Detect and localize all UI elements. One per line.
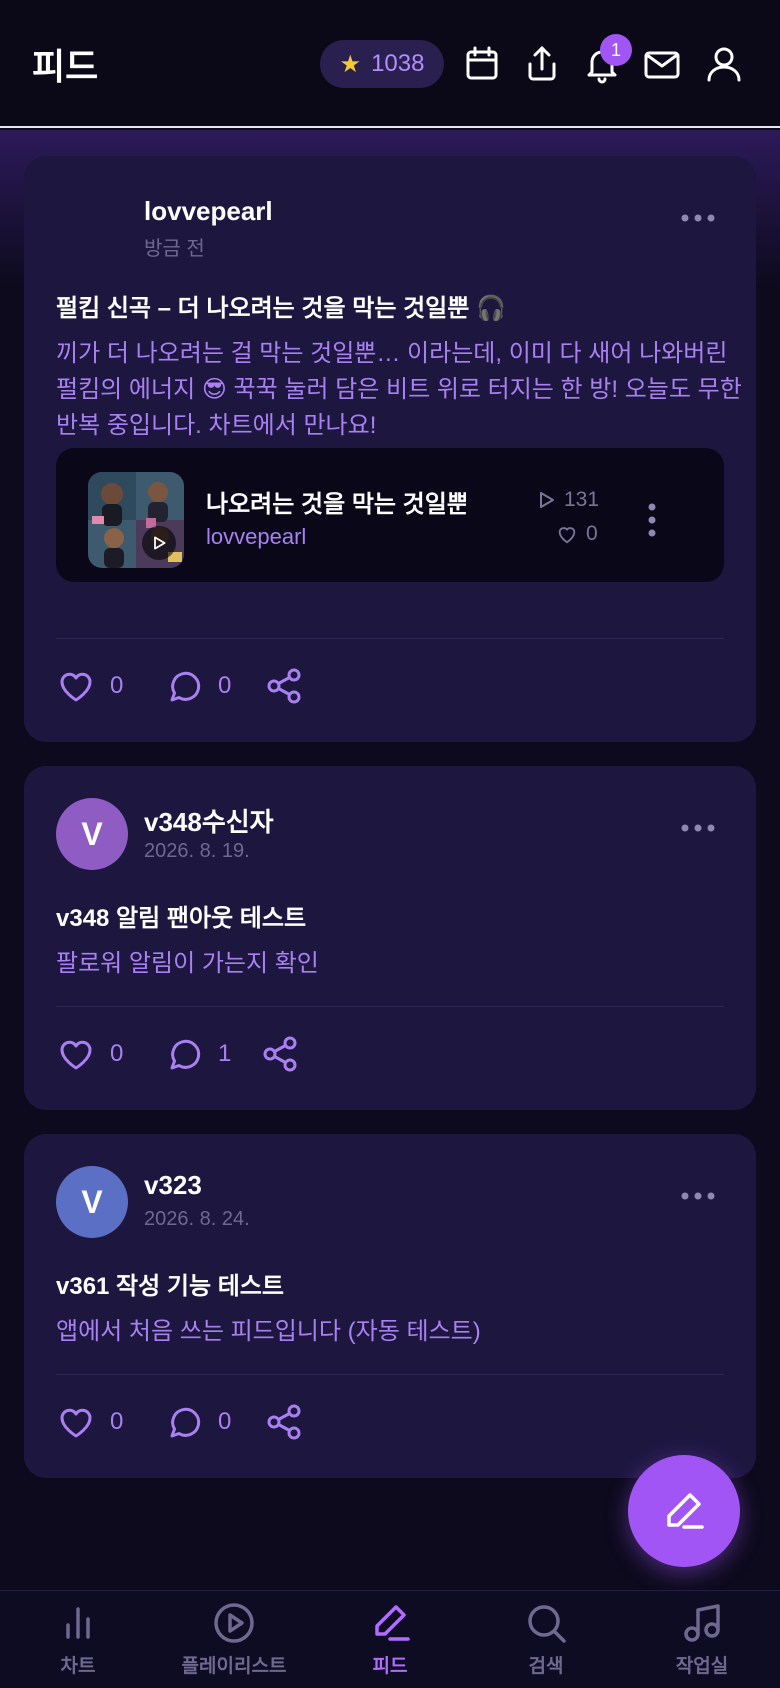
share-icon <box>267 668 301 704</box>
like-button[interactable]: 0 <box>56 1034 123 1074</box>
post-body: 팔로워 알림이 가는지 확인 <box>56 950 319 977</box>
calendar-icon[interactable] <box>462 44 502 84</box>
feed-post-card[interactable]: V v323 2026. 8. 24. v361 작성 기능 테스트 앱에서 처… <box>24 1134 756 1478</box>
avatar[interactable]: V <box>56 798 128 870</box>
post-author[interactable]: v348수신자 <box>144 802 274 839</box>
music-note-icon <box>684 1604 720 1642</box>
album-art[interactable] <box>88 472 184 568</box>
heart-icon <box>60 1408 92 1438</box>
post-title: 펄킴 신곡 – 더 나오려는 것을 막는 것일뿐 🎧 <box>56 295 506 322</box>
post-time: 2026. 8. 24. <box>144 1208 250 1230</box>
tab-playlist[interactable]: 플레이리스트 <box>156 1601 312 1685</box>
post-body: 끼가 더 나오려는 걸 막는 것일뿐… 이라는데, 이미 다 새어 나와버린 펄… <box>56 340 742 439</box>
track-like-count: 0 <box>586 522 598 545</box>
post-author[interactable]: lovvepearl <box>144 196 273 227</box>
share-button[interactable] <box>264 1402 304 1442</box>
tab-search[interactable]: 검색 <box>468 1601 624 1685</box>
post-author[interactable]: v323 <box>144 1170 202 1201</box>
like-button[interactable]: 0 <box>56 1402 123 1442</box>
search-icon <box>528 1605 566 1643</box>
pencil-icon <box>375 1605 410 1641</box>
avatar[interactable]: V <box>56 1166 128 1238</box>
play-icon[interactable] <box>142 526 176 560</box>
tab-label: 작업실 <box>675 1656 729 1677</box>
track-likes: 0 <box>556 522 598 546</box>
comment-count: 0 <box>218 1408 232 1435</box>
play-circle-icon <box>214 1603 254 1643</box>
post-time: 방금 전 <box>144 238 205 260</box>
track-card[interactable]: 나오려는 것을 막는 것일뿐 lovvepearl 131 0 <box>56 448 724 582</box>
more-options-icon[interactable] <box>680 1186 716 1206</box>
share-icon <box>263 1036 297 1072</box>
post-title: v348 알림 팬아웃 테스트 <box>56 905 307 932</box>
page-title: 피드 <box>32 46 99 87</box>
post-time: 2026. 8. 19. <box>144 840 250 862</box>
share-icon <box>267 1404 301 1440</box>
post-actions: 0 1 <box>56 1034 356 1074</box>
tab-studio[interactable]: 작업실 <box>624 1601 780 1685</box>
tab-label: 검색 <box>528 1656 564 1677</box>
bottom-tab-bar: 차트 플레이리스트 피드 검색 작업실 <box>0 1590 780 1688</box>
track-artist[interactable]: lovvepearl <box>206 524 306 550</box>
star-icon: ★ <box>339 50 362 78</box>
comment-count: 1 <box>218 1040 232 1067</box>
tab-label: 플레이리스트 <box>181 1656 287 1677</box>
user-icon[interactable] <box>704 44 744 84</box>
heart-icon <box>60 1040 92 1070</box>
comment-button[interactable]: 0 <box>164 1402 231 1442</box>
share-button[interactable] <box>260 1034 300 1074</box>
tab-label: 피드 <box>372 1656 408 1677</box>
like-count: 0 <box>110 1040 124 1067</box>
comment-icon <box>170 1407 201 1438</box>
track-more-icon[interactable] <box>646 502 658 538</box>
post-actions: 0 0 <box>56 666 356 706</box>
play-count-icon <box>540 492 554 508</box>
like-button[interactable]: 0 <box>56 666 123 706</box>
notification-badge: 1 <box>600 34 632 66</box>
track-play-count: 131 <box>564 488 600 511</box>
track-title[interactable]: 나오려는 것을 막는 것일뿐 <box>206 484 466 519</box>
feed-post-card[interactable]: lovvepearl 방금 전 펄킴 신곡 – 더 나오려는 것을 막는 것일뿐… <box>24 156 756 742</box>
mail-icon[interactable] <box>642 44 682 84</box>
track-plays: 131 <box>536 488 599 512</box>
heart-icon <box>60 672 92 702</box>
chart-bars-icon <box>66 1607 90 1639</box>
feed-post-card[interactable]: V v348수신자 2026. 8. 19. v348 알림 팬아웃 테스트 팔… <box>24 766 756 1110</box>
post-actions: 0 0 <box>56 1402 356 1442</box>
post-title: v361 작성 기능 테스트 <box>56 1273 284 1300</box>
compose-post-button[interactable] <box>628 1455 740 1567</box>
tab-label: 차트 <box>60 1656 96 1677</box>
points-count: 1038 <box>371 50 425 77</box>
comment-button[interactable]: 0 <box>164 666 231 706</box>
share-button[interactable] <box>264 666 304 706</box>
heart-icon <box>558 527 576 544</box>
comment-icon <box>170 1039 201 1070</box>
post-body: 앱에서 처음 쓰는 피드입니다 (자동 테스트) <box>56 1318 481 1345</box>
comment-count: 0 <box>218 672 232 699</box>
tab-chart[interactable]: 차트 <box>0 1601 156 1685</box>
share-upload-icon[interactable] <box>522 44 562 84</box>
more-options-icon[interactable] <box>680 208 716 228</box>
post-divider <box>56 1374 724 1375</box>
points-pill[interactable]: ★ 1038 <box>320 40 444 88</box>
pencil-icon <box>667 1493 704 1529</box>
like-count: 0 <box>110 672 124 699</box>
comment-icon <box>170 671 201 702</box>
tab-feed[interactable]: 피드 <box>312 1601 468 1685</box>
like-count: 0 <box>110 1408 124 1435</box>
app-header: 피드 ★ 1038 1 <box>0 0 780 128</box>
post-divider <box>56 1006 724 1007</box>
post-divider <box>56 638 724 639</box>
more-options-icon[interactable] <box>680 818 716 838</box>
comment-button[interactable]: 1 <box>164 1034 231 1074</box>
